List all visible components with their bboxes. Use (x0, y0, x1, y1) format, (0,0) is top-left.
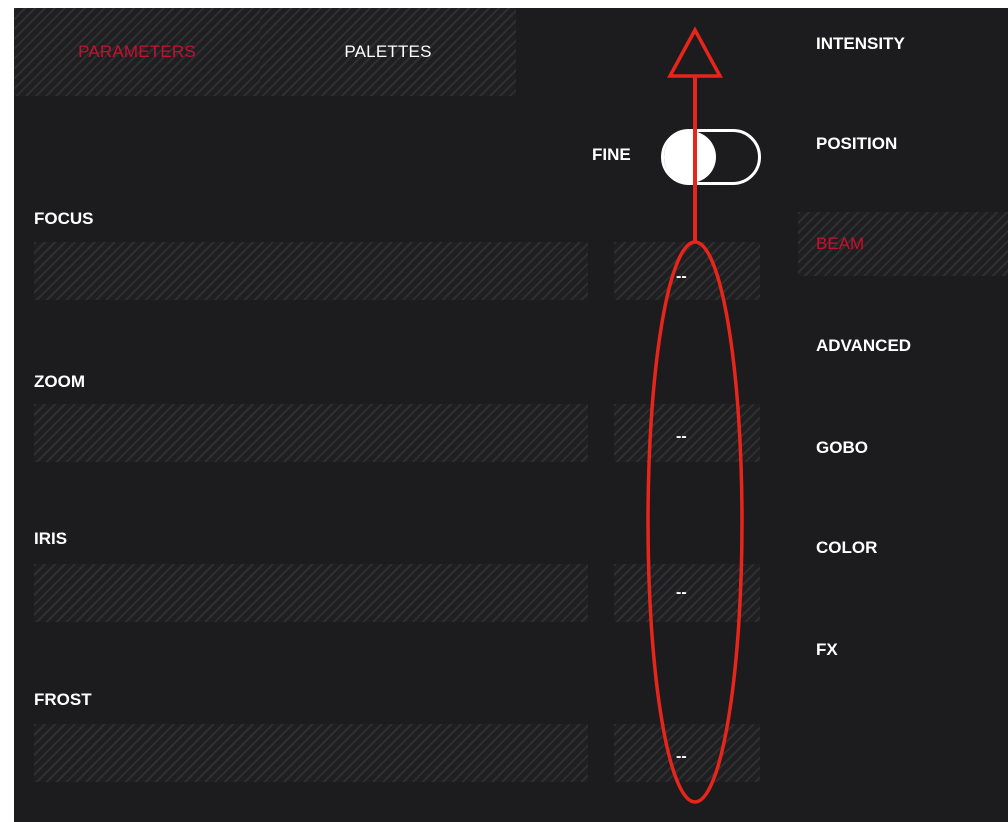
parameter-label-focus: FOCUS (34, 209, 94, 228)
zoom-value: -- (676, 428, 687, 445)
iris-value-field[interactable] (614, 564, 760, 622)
zoom-value-field[interactable] (614, 404, 760, 462)
focus-slider[interactable] (34, 242, 588, 300)
parameter-label-zoom: ZOOM (34, 372, 85, 391)
frost-value-field[interactable] (614, 724, 760, 782)
focus-value: -- (676, 268, 687, 285)
focus-value-field[interactable] (614, 242, 760, 300)
category-gobo[interactable]: GOBO (798, 416, 1008, 480)
tab-palettes[interactable]: PALETTES (260, 8, 516, 96)
category-color[interactable]: COLOR (798, 516, 1008, 580)
category-intensity[interactable]: INTENSITY (798, 12, 1008, 76)
iris-value: -- (676, 584, 687, 601)
zoom-slider[interactable] (34, 404, 588, 462)
fine-label: FINE (592, 145, 631, 164)
toggle-knob (664, 131, 716, 183)
category-advanced[interactable]: ADVANCED (798, 314, 1008, 378)
parameter-label-iris: IRIS (34, 529, 68, 548)
iris-slider[interactable] (34, 564, 588, 622)
frost-value: -- (676, 748, 687, 765)
category-fx[interactable]: FX (798, 618, 1008, 682)
category-position[interactable]: POSITION (798, 112, 1008, 176)
parameter-label-frost: FROST (34, 690, 92, 709)
app-frame: PARAMETERS PALETTES FINE FOCUS -- ZOOM -… (14, 8, 1008, 822)
fine-toggle[interactable] (661, 129, 761, 185)
category-beam[interactable]: BEAM (798, 212, 1008, 276)
tab-parameters[interactable]: PARAMETERS (14, 8, 260, 96)
frost-slider[interactable] (34, 724, 588, 782)
